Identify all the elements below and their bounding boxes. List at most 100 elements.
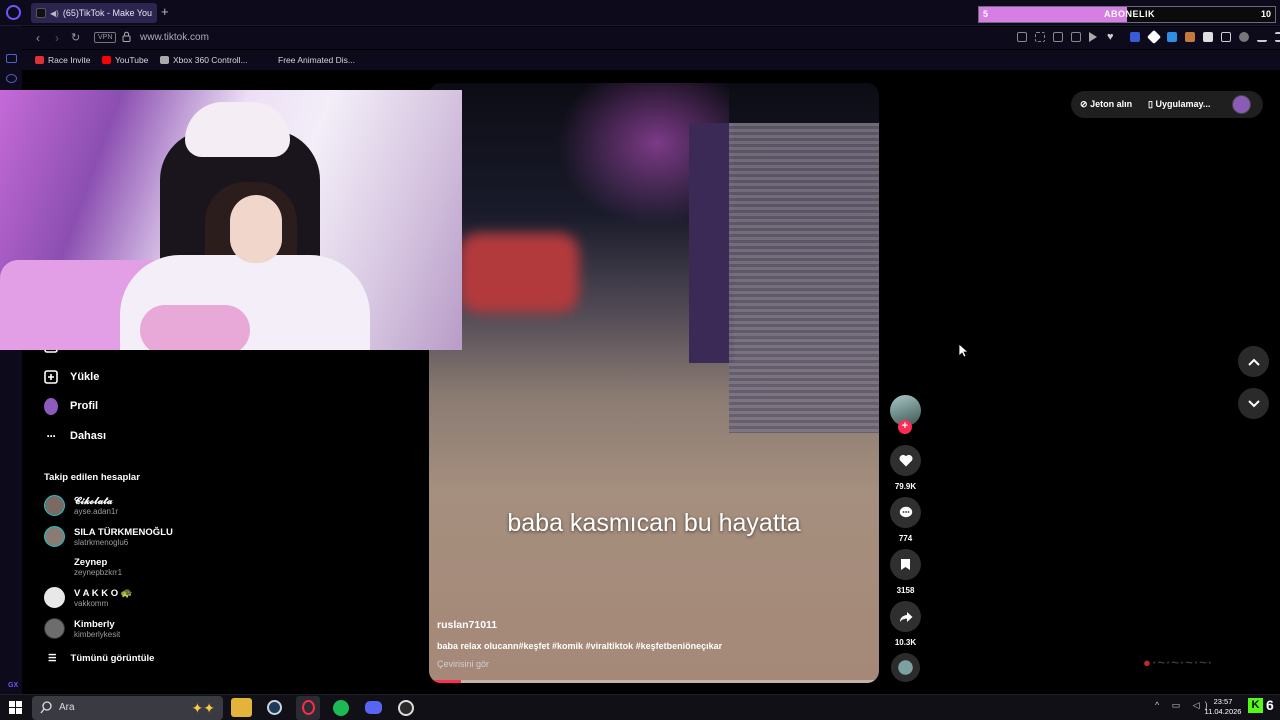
account-name: Zeynep [74, 556, 108, 568]
download-icon[interactable] [1257, 32, 1267, 42]
heart-icon[interactable]: ♥ [1107, 32, 1117, 43]
share-action[interactable]: 10.3K [890, 601, 921, 647]
nav-profile[interactable]: Profil [44, 397, 99, 415]
opera-gx-taskbar-icon[interactable] [298, 698, 319, 717]
extension-shield-icon[interactable] [1203, 32, 1213, 42]
get-app-button[interactable]: ▯ Uygulamay... [1148, 99, 1210, 110]
extension-k-icon[interactable] [1130, 32, 1140, 42]
pin-icon[interactable] [1017, 32, 1027, 42]
like-button[interactable] [890, 445, 921, 476]
extension-image-icon[interactable] [1185, 32, 1195, 42]
video-progress-bar[interactable] [429, 680, 879, 683]
address-bar-row: ‹ › ↻ VPN www.tiktok.com ♥ [22, 27, 1280, 49]
opera-gx-logo-icon[interactable] [6, 5, 21, 20]
bookmark-item[interactable]: YouTube [102, 55, 148, 65]
clock-time: 23:57 [1213, 697, 1233, 706]
webcam-person-face [230, 195, 282, 263]
nav-label: Dahası [70, 430, 107, 442]
lock-icon[interactable] [122, 31, 131, 42]
tiktok-favicon-icon [36, 8, 46, 18]
next-video-button[interactable] [1238, 388, 1269, 419]
file-explorer-icon[interactable] [231, 698, 252, 717]
steam-icon[interactable] [264, 698, 285, 717]
upload-icon [44, 370, 58, 384]
new-tab-button[interactable]: + [161, 4, 169, 20]
bookmark-item[interactable]: Race Invite [35, 55, 91, 65]
avatar [44, 587, 65, 608]
save-button[interactable] [890, 549, 921, 580]
following-account[interactable]: V A K K O 🐢 vakkomm [44, 587, 133, 608]
windows-start-icon[interactable] [9, 701, 22, 714]
following-account[interactable]: Zeynep zeynepbzkrr1 [44, 556, 122, 577]
music-disc-icon[interactable] [891, 653, 920, 682]
nav-label: Profil [70, 400, 99, 412]
translate-icon[interactable] [1071, 32, 1081, 42]
extensions-puzzle-icon[interactable] [1221, 32, 1231, 42]
shield-icon[interactable] [1053, 32, 1063, 42]
video-scene-wall [689, 123, 734, 363]
taskbar-search[interactable]: Ara ✦✦ [32, 696, 223, 720]
url-field[interactable]: www.tiktok.com [140, 32, 209, 43]
kick-icon[interactable]: K [1248, 698, 1263, 713]
spotify-icon[interactable] [330, 698, 351, 717]
get-coins-button[interactable]: ⊘ Jeton alın [1080, 99, 1132, 110]
video-player[interactable]: baba kasmıcan bu hayatta ruslan71011 bab… [429, 83, 879, 683]
save-count: 3158 [896, 586, 915, 595]
bookmark-item[interactable]: Xbox 360 Controll... [160, 55, 248, 65]
clock-date: 11.04.2026 [1204, 707, 1242, 716]
obs-icon[interactable] [395, 698, 416, 717]
messenger-icon[interactable] [6, 54, 17, 63]
following-account[interactable]: SILA TÜRKMENOĞLU slatrkmenoglu6 [44, 526, 173, 547]
save-action[interactable]: 3158 [890, 549, 921, 595]
tab-tiktok[interactable]: ◀) (65)TikTok - Make You [31, 3, 157, 23]
see-all-following-link[interactable]: ☰ Tümünü görüntüle [48, 653, 154, 664]
bookmark-icon [901, 559, 910, 570]
bookmarks-bar: Race Invite YouTube Xbox 360 Controll...… [22, 50, 1280, 70]
see-translation-link[interactable]: Çevirisini gör [437, 659, 489, 669]
nav-more[interactable]: ··· Dahası [44, 429, 107, 443]
bookmark-label: Free Animated Dis... [278, 55, 356, 65]
taskbar-clock[interactable]: 23:57 11.04.2026 [1200, 697, 1246, 717]
phone-icon: ▯ [1148, 99, 1153, 109]
previous-video-button[interactable] [1238, 346, 1269, 377]
account-handle: kimberlykesit [74, 629, 121, 639]
video-description[interactable]: baba relax olucann#keşfet #komik #viralt… [437, 641, 722, 651]
video-caption-overlay: baba kasmıcan bu hayatta [507, 509, 801, 537]
play-icon[interactable] [1089, 32, 1097, 42]
follow-plus-button[interactable]: + [898, 420, 912, 434]
menu-icon[interactable] [1275, 32, 1280, 42]
speaker-icon[interactable]: ◀) [50, 9, 59, 18]
share-count: 10.3K [894, 638, 917, 647]
back-icon[interactable]: ‹ [36, 31, 40, 45]
user-avatar[interactable] [1232, 95, 1251, 114]
webcam-plush [185, 102, 290, 157]
nav-label: Yükle [70, 371, 100, 383]
account-handle: slatrkmenoglu6 [74, 537, 129, 547]
avatar [44, 618, 65, 639]
profile-icon[interactable] [1239, 32, 1249, 42]
get-app-label: Uygulamay... [1155, 99, 1211, 109]
following-account[interactable]: 𝓒𝓲𝓴𝓸𝓵𝓪𝓽𝓪 ayse.adan1r [44, 495, 118, 516]
vpn-badge[interactable]: VPN [94, 32, 117, 43]
comment-button[interactable] [890, 497, 921, 528]
video-scene-car [459, 233, 579, 313]
subscription-goal-count: 10 [1260, 9, 1271, 19]
forward-icon[interactable]: › [55, 31, 59, 45]
snapshot-icon[interactable] [1035, 32, 1045, 42]
extension-blue-icon[interactable] [1167, 32, 1177, 42]
reload-icon[interactable]: ↻ [71, 31, 80, 45]
video-author[interactable]: ruslan71011 [437, 619, 497, 631]
desktop-screen: ◀) (65)TikTok - Make You + 5 ABONELIK 10… [0, 0, 1280, 720]
discord-icon[interactable] [363, 698, 384, 717]
youtube-icon [102, 56, 111, 64]
like-action[interactable]: 79.9K [890, 445, 921, 491]
following-account[interactable]: Kimberly kimberlykesit [44, 618, 120, 639]
bookmark-item[interactable]: Free Animated Dis... [278, 55, 355, 65]
extension-diamond-icon[interactable] [1146, 29, 1162, 45]
account-handle: zeynepbzkrr1 [74, 567, 123, 577]
nav-upload[interactable]: Yükle [44, 370, 99, 384]
history-icon[interactable] [6, 74, 17, 83]
gx-icon[interactable]: GX [8, 682, 18, 689]
share-button[interactable] [890, 601, 921, 632]
comment-action[interactable]: 774 [890, 497, 921, 543]
